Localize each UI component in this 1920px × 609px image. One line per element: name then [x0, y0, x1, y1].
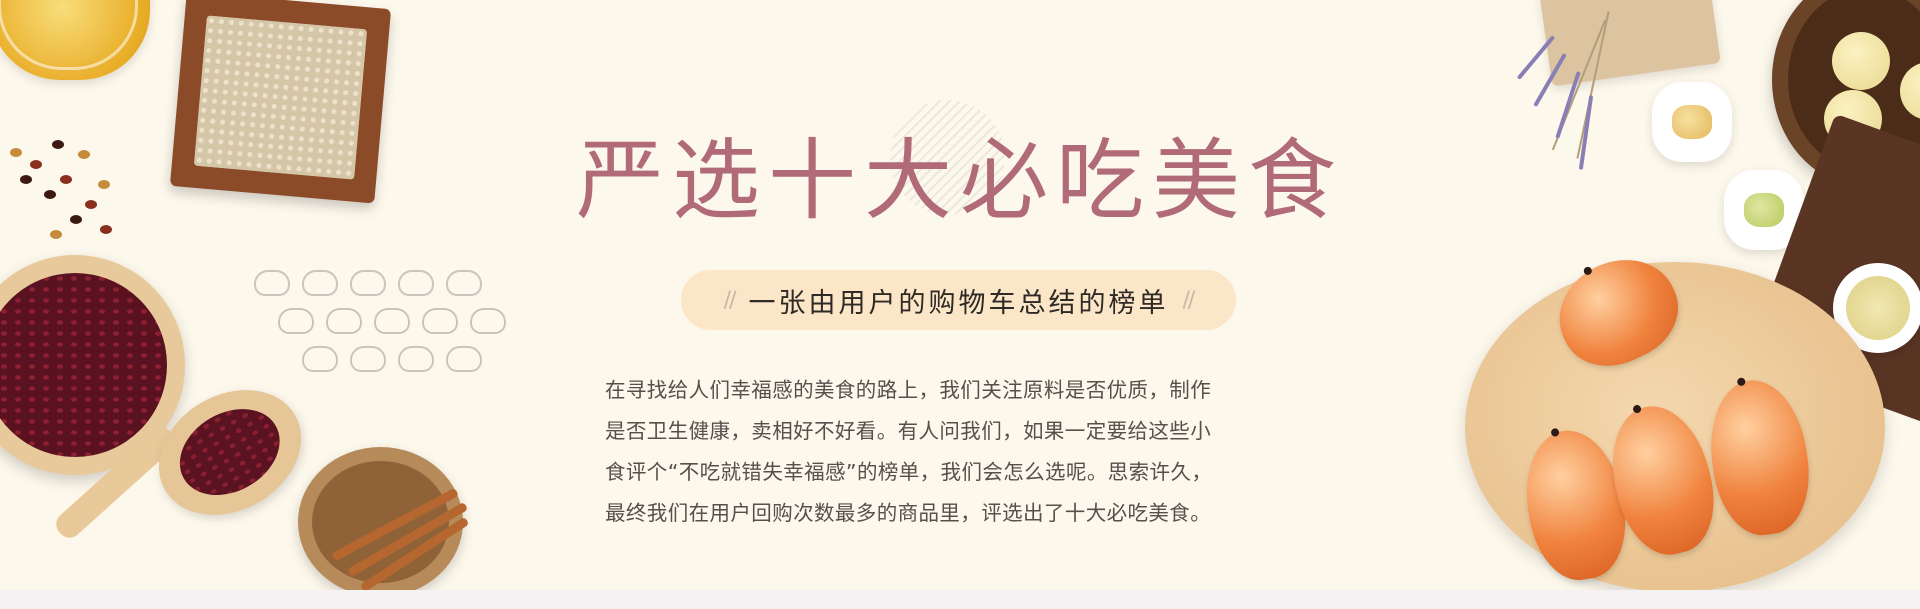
page-title: 严选十大必吃美食	[575, 129, 1344, 232]
bottom-divider-strip	[0, 590, 1920, 609]
honey-jar-image	[0, 0, 150, 80]
bean-outline-icon	[470, 308, 506, 334]
bean-outline-icon	[350, 346, 386, 372]
subtitle: 一张由用户的购物车总结的榜单	[748, 287, 1169, 319]
bean-outline-icon	[302, 346, 338, 372]
bean-outline-icon	[326, 308, 362, 334]
bean-outline-icon	[422, 308, 458, 334]
description-line: 最终我们在用户回购次数最多的商品里，评选出了十大必吃美食。	[605, 501, 1212, 525]
coix-seed-tray-image	[169, 0, 392, 204]
description-line: 在寻找给人们幸福感的美食的路上，我们关注原料是否优质，制作	[605, 378, 1212, 402]
bean-outline-icon	[398, 270, 434, 296]
description: 在寻找给人们幸福感的美食的路上，我们关注原料是否优质，制作 是否卫生健康，卖相好…	[605, 370, 1295, 534]
bean-outline-icon	[374, 308, 410, 334]
food-banner: 严选十大必吃美食 // 一张由用户的购物车总结的榜单 // 在寻找给人们幸福感的…	[0, 0, 1920, 597]
bean-outline-icon	[446, 270, 482, 296]
slash-decoration-right: //	[1182, 287, 1196, 313]
bean-outline-icon	[302, 270, 338, 296]
subtitle-pill: // 一张由用户的购物车总结的榜单 //	[681, 270, 1236, 330]
bean-outline-icon	[446, 346, 482, 372]
jelly-dish-image	[1652, 82, 1732, 162]
bean-outline-icon	[350, 270, 386, 296]
description-line: 是否卫生健康，卖相好不好看。有人问我们，如果一定要给这些小	[605, 419, 1212, 443]
bean-outline-icon	[398, 346, 434, 372]
bean-outline-icon	[254, 270, 290, 296]
wooden-board-image	[1539, 0, 1721, 87]
bean-outline-icon	[278, 308, 314, 334]
description-line: 食评个“不吃就错失幸福感”的榜单，我们会怎么选呢。思索许久，	[605, 460, 1213, 484]
slash-decoration-left: //	[723, 287, 737, 313]
